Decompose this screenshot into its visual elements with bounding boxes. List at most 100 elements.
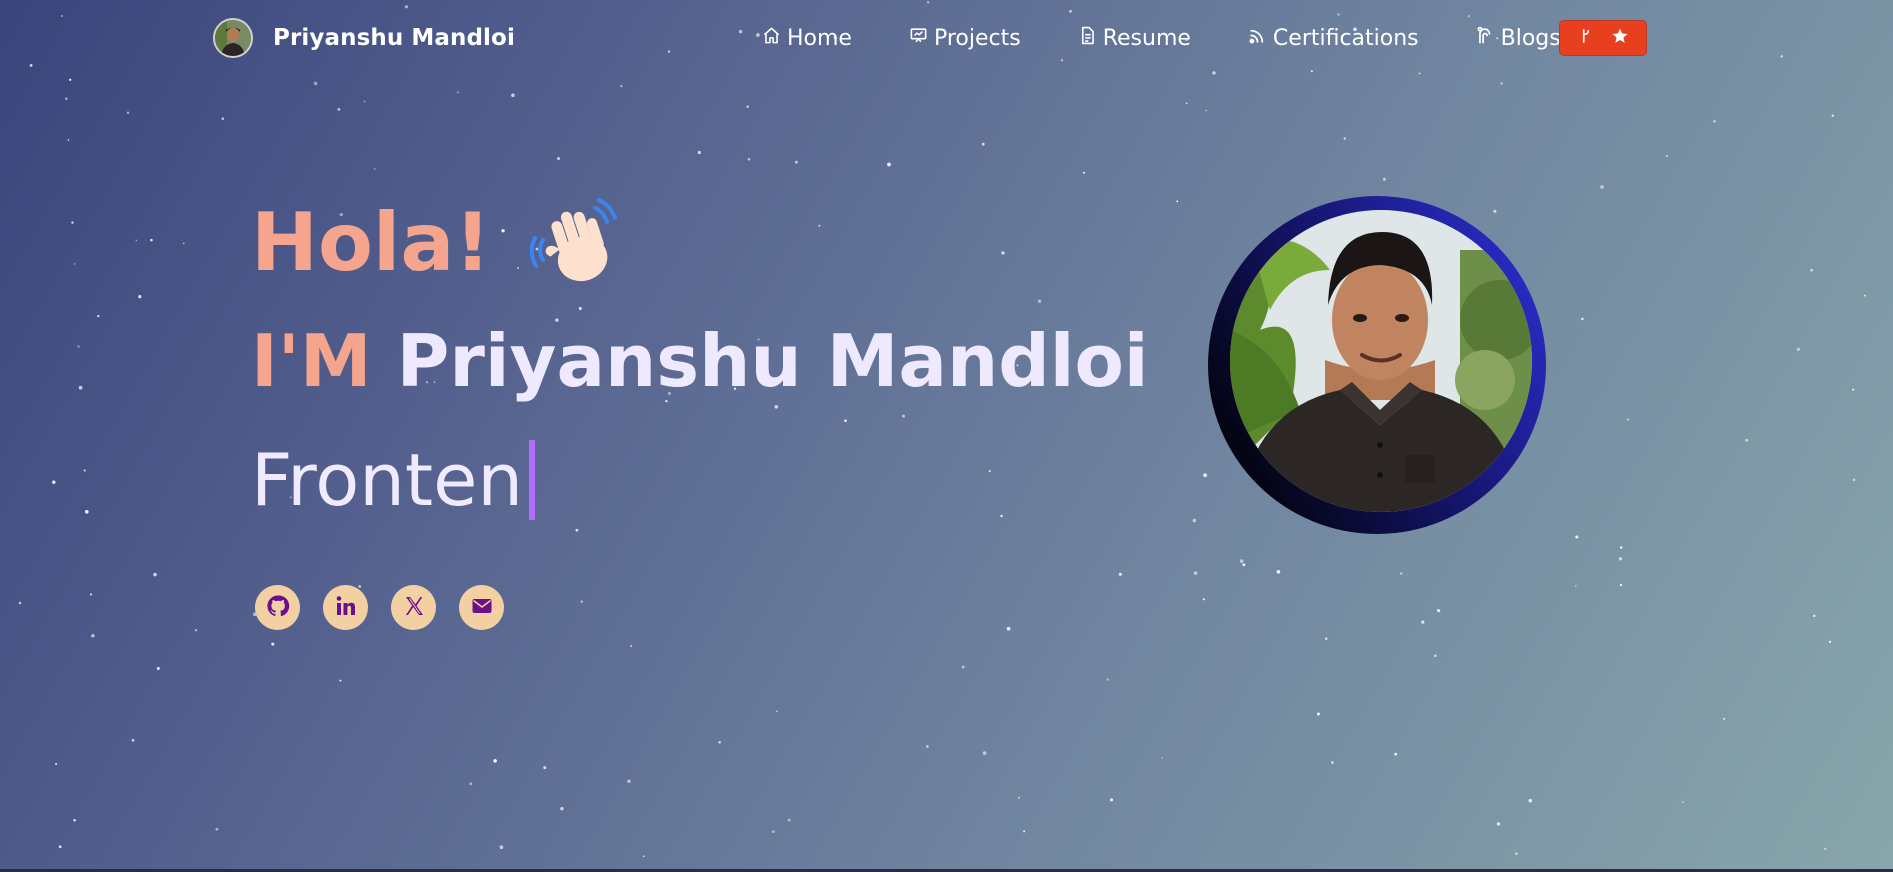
intro-label: I'M bbox=[251, 319, 372, 403]
star-dot bbox=[1600, 185, 1604, 189]
star-dot bbox=[1581, 317, 1584, 321]
star-dot bbox=[1176, 200, 1179, 203]
star-dot bbox=[1682, 801, 1684, 803]
feed-icon bbox=[1476, 26, 1495, 51]
star-dot bbox=[97, 315, 100, 318]
star-dot bbox=[1619, 583, 1623, 587]
star-dot bbox=[52, 480, 56, 484]
star-dot bbox=[818, 224, 821, 227]
typewriter-text: Fronten bbox=[251, 438, 524, 522]
star-dot bbox=[1037, 299, 1042, 303]
star-dot bbox=[747, 157, 751, 161]
star-dot bbox=[1831, 114, 1834, 117]
star-dot bbox=[1810, 268, 1813, 272]
mail-link[interactable] bbox=[459, 585, 504, 630]
star-dot bbox=[630, 645, 633, 647]
star-dot bbox=[642, 855, 645, 858]
nav-home-label: Home bbox=[787, 25, 852, 51]
star-dot bbox=[1082, 171, 1086, 174]
star-dot bbox=[1276, 569, 1281, 574]
star-dot bbox=[373, 168, 376, 170]
star-dot bbox=[337, 107, 341, 111]
greeting: Hola! bbox=[251, 198, 619, 288]
star-dot bbox=[575, 528, 579, 532]
star-dot bbox=[1185, 102, 1188, 105]
star-dot bbox=[1528, 799, 1533, 803]
x-twitter-icon bbox=[402, 594, 426, 622]
star-dot bbox=[1421, 620, 1425, 624]
star-dot bbox=[58, 845, 62, 849]
brand-name: Priyanshu Mandloi bbox=[273, 25, 515, 51]
star-dot bbox=[580, 600, 584, 603]
star-dot bbox=[221, 117, 225, 121]
star-dot bbox=[1434, 654, 1437, 657]
star-dot bbox=[1203, 473, 1207, 478]
linkedin-link[interactable] bbox=[323, 585, 368, 630]
star-dot bbox=[83, 469, 86, 472]
star-dot bbox=[560, 807, 564, 811]
star-dot bbox=[787, 818, 791, 822]
nav-certifications-link[interactable]: Certifications bbox=[1248, 26, 1419, 51]
profile-portrait bbox=[1208, 196, 1546, 534]
star-dot bbox=[1665, 154, 1668, 157]
star-dot bbox=[1828, 640, 1832, 644]
star-dot bbox=[156, 667, 160, 670]
star-dot bbox=[1515, 852, 1518, 856]
nav-projects-label: Projects bbox=[933, 25, 1021, 51]
star-dot bbox=[1001, 251, 1005, 255]
star-dot bbox=[499, 845, 504, 849]
starfield-background bbox=[18, 1, 1866, 858]
star-dot bbox=[1493, 209, 1497, 213]
nav-projects-link[interactable]: Projects bbox=[909, 26, 1021, 51]
mail-icon bbox=[470, 594, 494, 622]
star-dot bbox=[1382, 177, 1386, 181]
star-dot bbox=[1796, 347, 1800, 351]
star-dot bbox=[339, 679, 342, 682]
social-links bbox=[255, 585, 504, 630]
star-dot bbox=[982, 751, 987, 755]
github-fork-star-button[interactable] bbox=[1559, 20, 1647, 56]
star-dot bbox=[1000, 514, 1003, 518]
star-dot bbox=[1017, 796, 1021, 799]
star-dot bbox=[271, 642, 275, 646]
document-icon bbox=[1078, 26, 1097, 51]
star-dot bbox=[18, 601, 22, 605]
star-dot bbox=[697, 150, 701, 155]
star-dot bbox=[65, 97, 68, 100]
star-dot bbox=[771, 830, 775, 834]
star-dot bbox=[73, 818, 76, 822]
nav-certifications-label: Certifications bbox=[1272, 25, 1419, 51]
star-dot bbox=[988, 469, 991, 473]
nav-blogs-link[interactable]: Blogs bbox=[1476, 26, 1561, 51]
navbar: Priyanshu Mandloi Home Projects Resume C… bbox=[0, 0, 1893, 76]
star-dot bbox=[1205, 109, 1208, 112]
star-dot bbox=[313, 81, 318, 86]
star-dot bbox=[1575, 535, 1579, 539]
star-dot bbox=[138, 295, 142, 299]
star-dot bbox=[887, 162, 891, 167]
brand-home-link[interactable]: Priyanshu Mandloi bbox=[213, 16, 515, 60]
star-dot bbox=[126, 111, 130, 114]
star-dot bbox=[493, 759, 497, 763]
star-dot bbox=[1436, 608, 1441, 613]
star-dot bbox=[78, 385, 83, 390]
star-dot bbox=[1863, 294, 1866, 297]
star-dot bbox=[1618, 557, 1623, 561]
github-link[interactable] bbox=[255, 585, 300, 630]
typewriter: Fronten bbox=[251, 438, 536, 522]
star-dot bbox=[67, 139, 70, 141]
intro-name: Priyanshu Mandloi bbox=[396, 319, 1149, 403]
star-dot bbox=[73, 263, 76, 265]
star-dot bbox=[1745, 438, 1749, 442]
star-dot bbox=[182, 242, 185, 245]
star-dot bbox=[774, 405, 779, 409]
star-dot bbox=[1118, 572, 1122, 576]
star-dot bbox=[84, 509, 89, 514]
star-dot bbox=[1192, 518, 1197, 523]
x-twitter-link[interactable] bbox=[391, 585, 436, 630]
nav-blogs-label: Blogs bbox=[1500, 25, 1561, 51]
nav-resume-link[interactable]: Resume bbox=[1078, 26, 1191, 51]
star-dot bbox=[1400, 572, 1403, 575]
star-dot bbox=[1852, 478, 1856, 482]
nav-home-link[interactable]: Home bbox=[762, 26, 852, 51]
